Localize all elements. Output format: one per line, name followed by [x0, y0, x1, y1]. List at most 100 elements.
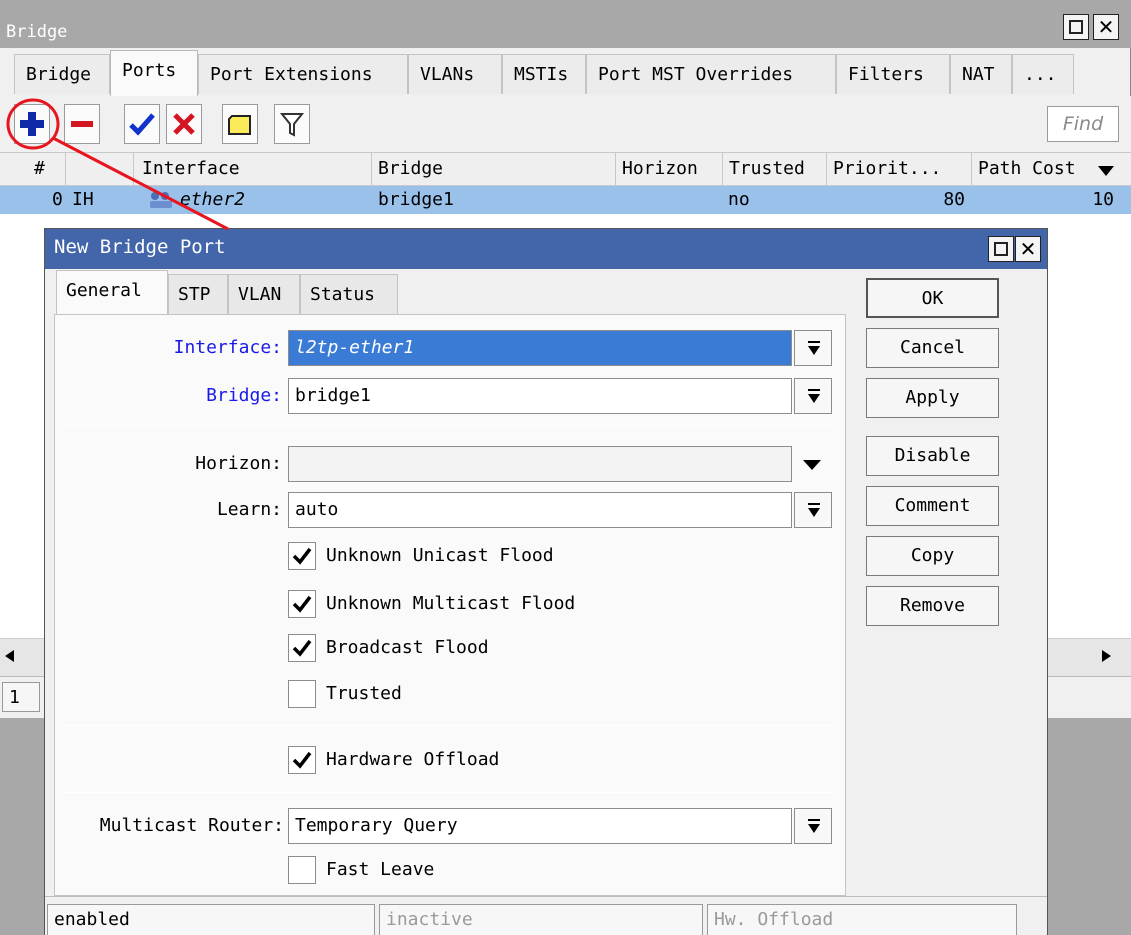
fast-leave-label: Fast Leave [326, 859, 435, 880]
tab-ports[interactable]: Ports [110, 50, 198, 96]
window-title: Bridge [6, 22, 68, 42]
comment-button[interactable]: Comment [866, 486, 999, 526]
interface-label: Interface: [173, 337, 282, 358]
remove-icon [71, 121, 93, 127]
column-path-cost[interactable]: Path Cost [972, 152, 1096, 186]
multicast-router-select[interactable]: Temporary Query [288, 808, 792, 844]
add-icon [20, 112, 44, 136]
column-trusted[interactable]: Trusted [723, 152, 827, 186]
bridge-dropdown-button[interactable] [794, 378, 832, 414]
checkmark-icon [292, 639, 312, 657]
column-priority[interactable]: Priorit... [827, 152, 972, 186]
disable-x-icon [173, 113, 195, 135]
close-window-button[interactable]: ✕ [1093, 14, 1119, 40]
column-bridge[interactable]: Bridge [372, 152, 616, 186]
dropdown-arrow-icon [808, 819, 820, 833]
tab-bridge[interactable]: Bridge [14, 54, 110, 94]
row-bridge: bridge1 [378, 189, 454, 210]
status-inactive: inactive [379, 904, 703, 935]
interface-select[interactable]: l2tp-ether1 [288, 330, 792, 366]
ok-button[interactable]: OK [866, 278, 999, 318]
tab-general[interactable]: General [56, 270, 168, 316]
horizon-expand-icon[interactable] [802, 456, 822, 477]
learn-select[interactable]: auto [288, 492, 792, 528]
trusted-checkbox[interactable] [288, 680, 316, 708]
enable-button[interactable] [124, 104, 160, 144]
tab-vlans[interactable]: VLANs [408, 54, 502, 94]
checkmark-icon [292, 751, 312, 769]
comment-button[interactable] [222, 104, 258, 144]
dialog-close-button[interactable]: ✕ [1015, 236, 1041, 262]
tab-mstis[interactable]: MSTIs [502, 54, 586, 94]
remove-button[interactable] [64, 104, 100, 144]
dialog-maximize-button[interactable] [988, 236, 1014, 262]
dropdown-arrow-icon [808, 503, 820, 517]
find-input[interactable]: Find [1047, 106, 1119, 142]
checkmark-icon [292, 547, 312, 565]
column-horizon[interactable]: Horizon [616, 152, 723, 186]
row-number: 0 [52, 189, 63, 210]
status-hw-offload: Hw. Offload [707, 904, 1017, 935]
scroll-right-icon[interactable] [1098, 648, 1114, 669]
hardware-offload-checkbox[interactable] [288, 746, 316, 774]
multicast-router-dropdown-button[interactable] [794, 808, 832, 844]
column-flags[interactable] [66, 152, 134, 186]
divider [64, 792, 832, 793]
tab-status[interactable]: Status [300, 274, 398, 314]
unknown-multicast-flood-label: Unknown Multicast Flood [326, 593, 576, 614]
disable-button[interactable] [166, 104, 202, 144]
trusted-label: Trusted [326, 683, 402, 704]
bridge-select[interactable]: bridge1 [288, 378, 792, 414]
interface-dropdown-button[interactable] [794, 330, 832, 366]
broadcast-flood-checkbox[interactable] [288, 634, 316, 662]
tab-nat[interactable]: NAT [950, 54, 1012, 94]
row-path-cost: 10 [1092, 189, 1114, 210]
horizon-field[interactable] [288, 446, 792, 482]
cancel-button[interactable]: Cancel [866, 328, 999, 368]
close-icon: ✕ [1019, 237, 1037, 261]
tab-stp[interactable]: STP [168, 274, 228, 314]
maximize-icon [994, 242, 1008, 256]
disable-button[interactable]: Disable [866, 436, 999, 476]
row-interface: ether2 [180, 189, 246, 210]
learn-dropdown-button[interactable] [794, 492, 832, 528]
filter-icon [279, 113, 305, 137]
unknown-multicast-flood-checkbox[interactable] [288, 590, 316, 618]
divider [64, 725, 832, 726]
add-button[interactable] [14, 104, 50, 144]
scroll-left-icon[interactable] [2, 648, 18, 669]
unknown-unicast-flood-checkbox[interactable] [288, 542, 316, 570]
interface-icon [148, 190, 174, 215]
multicast-router-label: Multicast Router: [99, 815, 284, 836]
tab-more[interactable]: ... [1012, 54, 1074, 94]
tab-vlan[interactable]: VLAN [228, 274, 300, 314]
comment-icon [228, 115, 251, 135]
filter-button[interactable] [274, 104, 310, 144]
broadcast-flood-label: Broadcast Flood [326, 637, 489, 658]
tab-port-mst-overrides[interactable]: Port MST Overrides [586, 54, 836, 94]
bridge-label: Bridge: [206, 385, 282, 406]
fast-leave-checkbox[interactable] [288, 856, 316, 884]
column-number[interactable]: # [0, 152, 66, 186]
tab-port-extensions[interactable]: Port Extensions [198, 54, 408, 94]
maximize-icon [1069, 20, 1083, 34]
column-interface[interactable]: Interface [134, 152, 372, 186]
copy-button[interactable]: Copy [866, 536, 999, 576]
columns-menu-icon[interactable] [1096, 162, 1116, 183]
dropdown-arrow-icon [808, 341, 820, 355]
unknown-unicast-flood-label: Unknown Unicast Flood [326, 545, 554, 566]
hardware-offload-label: Hardware Offload [326, 749, 500, 770]
maximize-button[interactable] [1063, 14, 1089, 40]
dialog-title-bar[interactable]: New Bridge Port [45, 229, 1047, 269]
window-title-bar[interactable]: Bridge [0, 0, 1131, 48]
item-count: 1 [2, 682, 40, 712]
tab-filters[interactable]: Filters [836, 54, 950, 94]
status-enabled: enabled [47, 904, 375, 935]
divider [64, 425, 832, 426]
checkmark-icon [292, 595, 312, 613]
remove-button[interactable]: Remove [866, 586, 999, 626]
enable-check-icon [129, 113, 155, 136]
learn-label: Learn: [216, 499, 282, 520]
horizon-label: Horizon: [195, 453, 282, 474]
apply-button[interactable]: Apply [866, 378, 999, 418]
